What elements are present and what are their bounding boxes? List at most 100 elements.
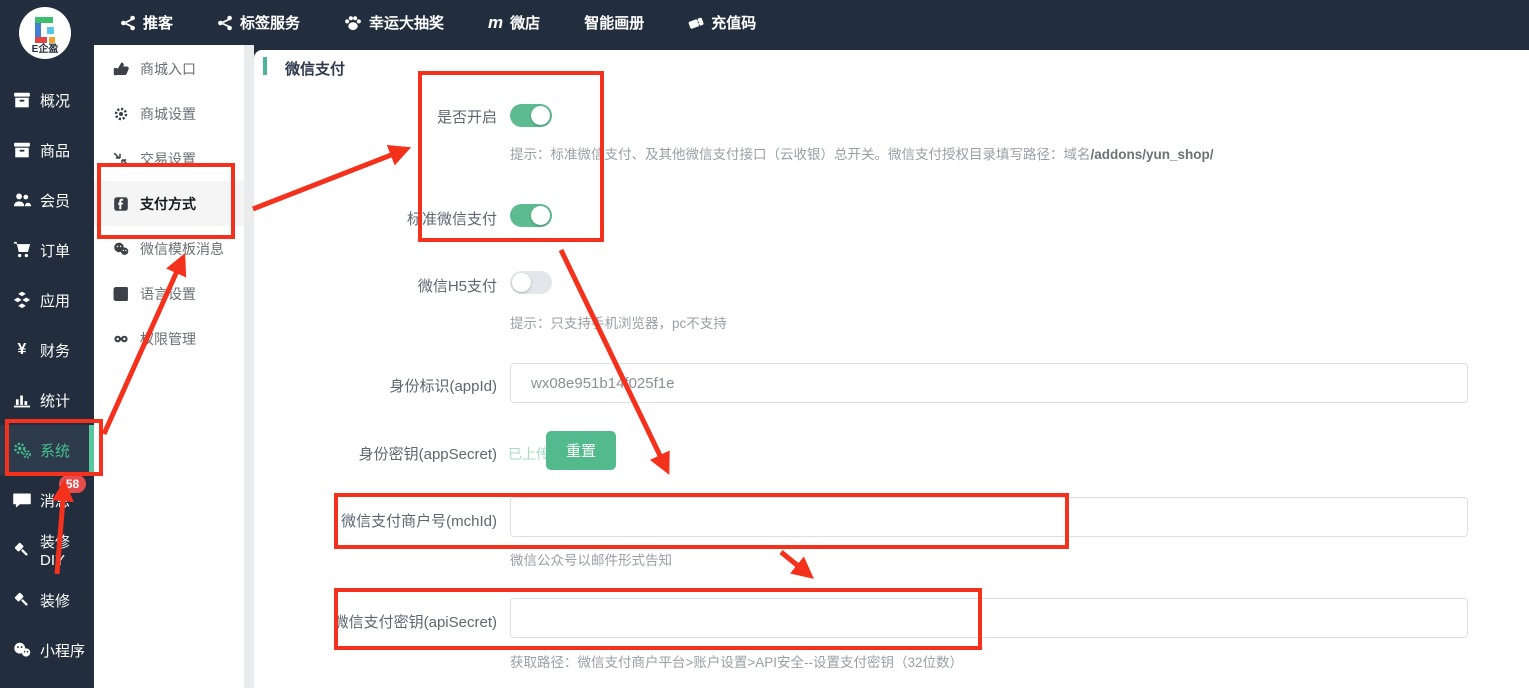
gears-icon: [13, 441, 31, 459]
topnav-label: 智能画册: [584, 12, 644, 33]
messages-count-badge: 58: [57, 473, 88, 495]
sidebar-item-decorate-diy[interactable]: 装修DIY: [0, 525, 94, 575]
topnav-label: 幸运大抽奖: [369, 12, 444, 33]
section-title-bar: [263, 57, 267, 75]
sidebar-item-label: 系统: [40, 440, 70, 461]
enable-toggle[interactable]: [510, 104, 552, 127]
admin-page: 推客 标签服务 幸运大抽奖 m 微店 智能画册: [0, 0, 1529, 688]
sidebar-item-decorate[interactable]: 装修: [0, 575, 94, 625]
reset-button[interactable]: 重置: [546, 431, 616, 470]
sidebar-item-label: 订单: [40, 240, 70, 261]
h5-pay-hint: 提示：只支持手机浏览器，pc不支持: [510, 312, 727, 332]
standard-pay-toggle[interactable]: [510, 204, 552, 227]
sidebar-item-label: 装修: [40, 590, 70, 611]
topnav-item-smart-album[interactable]: 智能画册: [584, 12, 644, 33]
gavel-icon: [13, 591, 31, 609]
topnav-label: 标签服务: [240, 12, 300, 33]
sidebar-item-label: 小程序: [40, 640, 85, 661]
topnav-label: 微店: [510, 12, 540, 33]
share-icon: [217, 15, 233, 31]
sidebar-item-mini-program[interactable]: 小程序: [0, 625, 94, 675]
sidebar-item-orders[interactable]: 订单: [0, 225, 94, 275]
sidebar-item-label: 统计: [40, 390, 70, 411]
app-logo[interactable]: E企盈: [19, 7, 71, 59]
sidebar-item-label: 商品: [40, 140, 70, 161]
submenu-item-label: 交易设置: [140, 149, 196, 169]
system-submenu: 商城入口 商城设置 交易设置 支付方式 微信模板消息 语言设置 权限管理: [94, 45, 244, 688]
wechat-icon: [13, 641, 31, 659]
chart-icon: [13, 391, 31, 409]
mchid-label: 微信支付商户号(mchId): [237, 510, 497, 531]
submenu-item-label: 权限管理: [140, 329, 196, 349]
top-navigation: 推客 标签服务 幸运大抽奖 m 微店 智能画册: [120, 0, 756, 45]
sidebar-item-overview[interactable]: 概况: [0, 75, 94, 125]
share-icon: [120, 15, 136, 31]
compress-arrows-icon: [113, 151, 129, 167]
submenu-item-label: 语言设置: [140, 284, 196, 304]
book-icon: [113, 286, 129, 302]
mchid-hint: 微信公众号以邮件形式告知: [510, 549, 672, 569]
sidebar-item-label: 应用: [40, 290, 70, 311]
sidebar-item-label: 装修DIY: [40, 531, 94, 569]
mchid-input[interactable]: [510, 497, 1468, 537]
users-icon: [13, 191, 31, 209]
appsecret-uploaded-status: 已上传: [508, 444, 550, 464]
appsecret-label: 身份密钥(appSecret): [237, 443, 497, 464]
m-icon: m: [488, 13, 503, 33]
sidebar-item-label: 概况: [40, 90, 70, 111]
h5-pay-toggle[interactable]: [510, 271, 552, 294]
topnav-label: 充值码: [711, 12, 756, 33]
wechat-icon: [113, 241, 129, 257]
submenu-item-shop-entry[interactable]: 商城入口: [94, 46, 244, 91]
gear-icon: [113, 106, 129, 122]
sidebar-item-goods[interactable]: 商品: [0, 125, 94, 175]
gavel-icon: [13, 541, 31, 559]
submenu-item-label: 支付方式: [140, 194, 196, 214]
comment-icon: [13, 491, 31, 509]
toggle-knob: [531, 106, 550, 125]
enable-hint-text: 提示：标准微信支付、及其他微信支付接口（云收银）总开关。微信支付授权目录填写路径…: [510, 147, 1091, 162]
submenu-item-shop-settings[interactable]: 商城设置: [94, 91, 244, 136]
submenu-item-wechat-template-msg[interactable]: 微信模板消息: [94, 226, 244, 271]
page-title: 微信支付: [285, 58, 345, 79]
toggle-knob: [512, 273, 531, 292]
topnav-item-tag-service[interactable]: 标签服务: [217, 12, 300, 33]
sidebar-item-members[interactable]: 会员: [0, 175, 94, 225]
apisecret-label: 微信支付密钥(apiSecret): [237, 611, 497, 632]
sidebar-item-statistics[interactable]: 统计: [0, 375, 94, 425]
sidebar-item-system[interactable]: 系统: [0, 425, 94, 475]
submenu-item-label: 商城设置: [140, 104, 196, 124]
h5-pay-label: 微信H5支付: [237, 275, 497, 296]
archive-icon: [13, 141, 31, 159]
cubes-icon: [13, 291, 31, 309]
apisecret-input[interactable]: [510, 598, 1468, 638]
ticket-icon: [688, 15, 704, 31]
topnav-item-tuike[interactable]: 推客: [120, 12, 173, 33]
paw-icon: [344, 14, 362, 32]
pointer-icon: [113, 61, 129, 77]
toggle-knob: [531, 206, 550, 225]
apisecret-hint: 获取路径：微信支付商户平台>账户设置>API安全--设置支付密钥（32位数）: [510, 651, 963, 671]
yen-icon: ¥: [13, 341, 31, 359]
topnav-label: 推客: [143, 12, 173, 33]
submenu-item-payment-methods[interactable]: 支付方式: [94, 181, 244, 226]
topnav-item-lucky-draw[interactable]: 幸运大抽奖: [344, 12, 444, 33]
sidebar-item-apps[interactable]: 应用: [0, 275, 94, 325]
submenu-item-label: 微信模板消息: [140, 239, 224, 259]
enable-hint-path: /addons/yun_shop/: [1091, 147, 1214, 162]
sidebar-item-finance[interactable]: ¥ 财务: [0, 325, 94, 375]
scroll-gutter[interactable]: [244, 45, 254, 688]
topbar: 推客 标签服务 幸运大抽奖 m 微店 智能画册: [0, 0, 1529, 45]
submenu-item-language-settings[interactable]: 语言设置: [94, 271, 244, 316]
enable-label: 是否开启: [237, 106, 497, 127]
archive-icon: [13, 91, 31, 109]
topnav-item-recharge-code[interactable]: 充值码: [688, 12, 756, 33]
appid-label: 身份标识(appId): [237, 375, 497, 396]
enable-hint: 提示：标准微信支付、及其他微信支付接口（云收银）总开关。微信支付授权目录填写路径…: [510, 143, 1214, 163]
sidebar-item-label: 会员: [40, 190, 70, 211]
standard-pay-label: 标准微信支付: [237, 208, 497, 229]
submenu-item-permissions[interactable]: 权限管理: [94, 316, 244, 361]
submenu-item-trade-settings[interactable]: 交易设置: [94, 136, 244, 181]
appid-input[interactable]: [510, 363, 1468, 403]
topnav-item-weidian[interactable]: m 微店: [488, 12, 540, 33]
